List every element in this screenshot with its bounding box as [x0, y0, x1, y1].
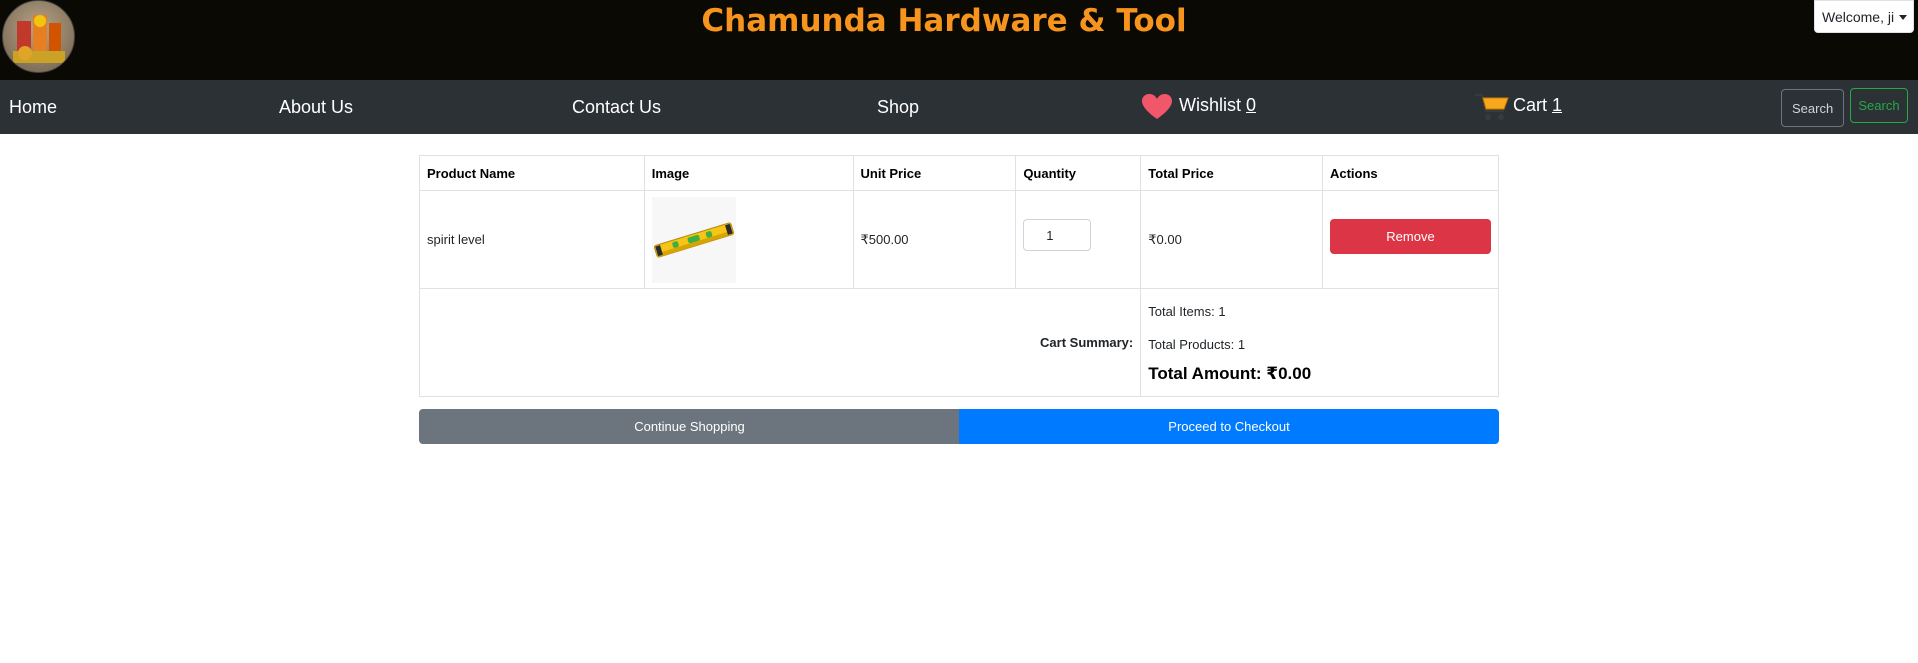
- product-image[interactable]: [651, 196, 736, 283]
- nav-contact-link[interactable]: Contact Us: [572, 80, 661, 134]
- caret-down-icon: [1899, 15, 1907, 20]
- quantity-input[interactable]: [1023, 219, 1092, 252]
- header-image: Image: [643, 155, 854, 191]
- unit-price: ₹500.00: [852, 190, 1017, 289]
- actions-cell: Remove: [1321, 190, 1500, 289]
- wishlist-count: 0: [1246, 95, 1257, 115]
- user-menu-dropdown[interactable]: Welcome, ji: [1814, 0, 1914, 33]
- cart-label: Cart: [1513, 95, 1548, 115]
- cart-table: Product Name Image Unit Price Quantity T…: [418, 155, 1500, 397]
- site-header: Chamunda Hardware & Tool Welcome, ji: [0, 0, 1918, 80]
- nav-home-link[interactable]: Home: [9, 80, 57, 134]
- header-unit-price: Unit Price: [852, 155, 1017, 191]
- header-total-price: Total Price: [1140, 155, 1323, 191]
- cart-count: 1: [1552, 95, 1563, 115]
- total-amount: Total Amount: ₹0.00: [1148, 363, 1312, 383]
- heart-icon[interactable]: [1142, 94, 1172, 120]
- main-navbar: Home About Us Contact Us Shop Wishlist 0…: [0, 80, 1918, 134]
- total-products: Total Products: 1: [1148, 336, 1246, 352]
- table-header-row: Product Name Image Unit Price Quantity T…: [419, 155, 1500, 191]
- continue-shopping-button[interactable]: Continue Shopping: [419, 409, 960, 444]
- cart-summary-row: Cart Summary: Total Items: 1 Total Produ…: [418, 288, 1499, 397]
- shopping-cart-icon[interactable]: [1475, 92, 1509, 122]
- proceed-to-checkout-button[interactable]: Proceed to Checkout: [959, 409, 1499, 444]
- product-image-cell: [643, 190, 854, 289]
- header-quantity: Quantity: [1015, 155, 1142, 191]
- wishlist-label: Wishlist: [1179, 95, 1241, 115]
- nav-cart-link[interactable]: Cart 1: [1513, 78, 1562, 132]
- nav-about-link[interactable]: About Us: [279, 80, 353, 134]
- search-input[interactable]: [1781, 89, 1844, 127]
- cart-summary-label: Cart Summary:: [418, 288, 1142, 397]
- cart-summary-cell: Total Items: 1 Total Products: 1 Total A…: [1140, 288, 1499, 397]
- nav-wishlist-link[interactable]: Wishlist 0: [1179, 78, 1256, 132]
- quantity-cell: [1015, 190, 1142, 289]
- header-actions: Actions: [1321, 155, 1500, 191]
- product-name: spirit level: [419, 190, 645, 289]
- header-product-name: Product Name: [419, 155, 645, 191]
- remove-button[interactable]: Remove: [1329, 219, 1491, 254]
- table-row: spirit level ₹500.00 1 ₹0.00 Remove: [419, 190, 1500, 289]
- site-title: Chamunda Hardware & Tool: [701, 3, 1187, 39]
- nav-shop-link[interactable]: Shop: [877, 80, 919, 134]
- search-button[interactable]: Search: [1850, 88, 1908, 123]
- total-items: Total Items: 1: [1148, 303, 1226, 319]
- user-menu-label: Welcome, ji: [1822, 9, 1895, 25]
- total-price: ₹0.00: [1140, 190, 1323, 289]
